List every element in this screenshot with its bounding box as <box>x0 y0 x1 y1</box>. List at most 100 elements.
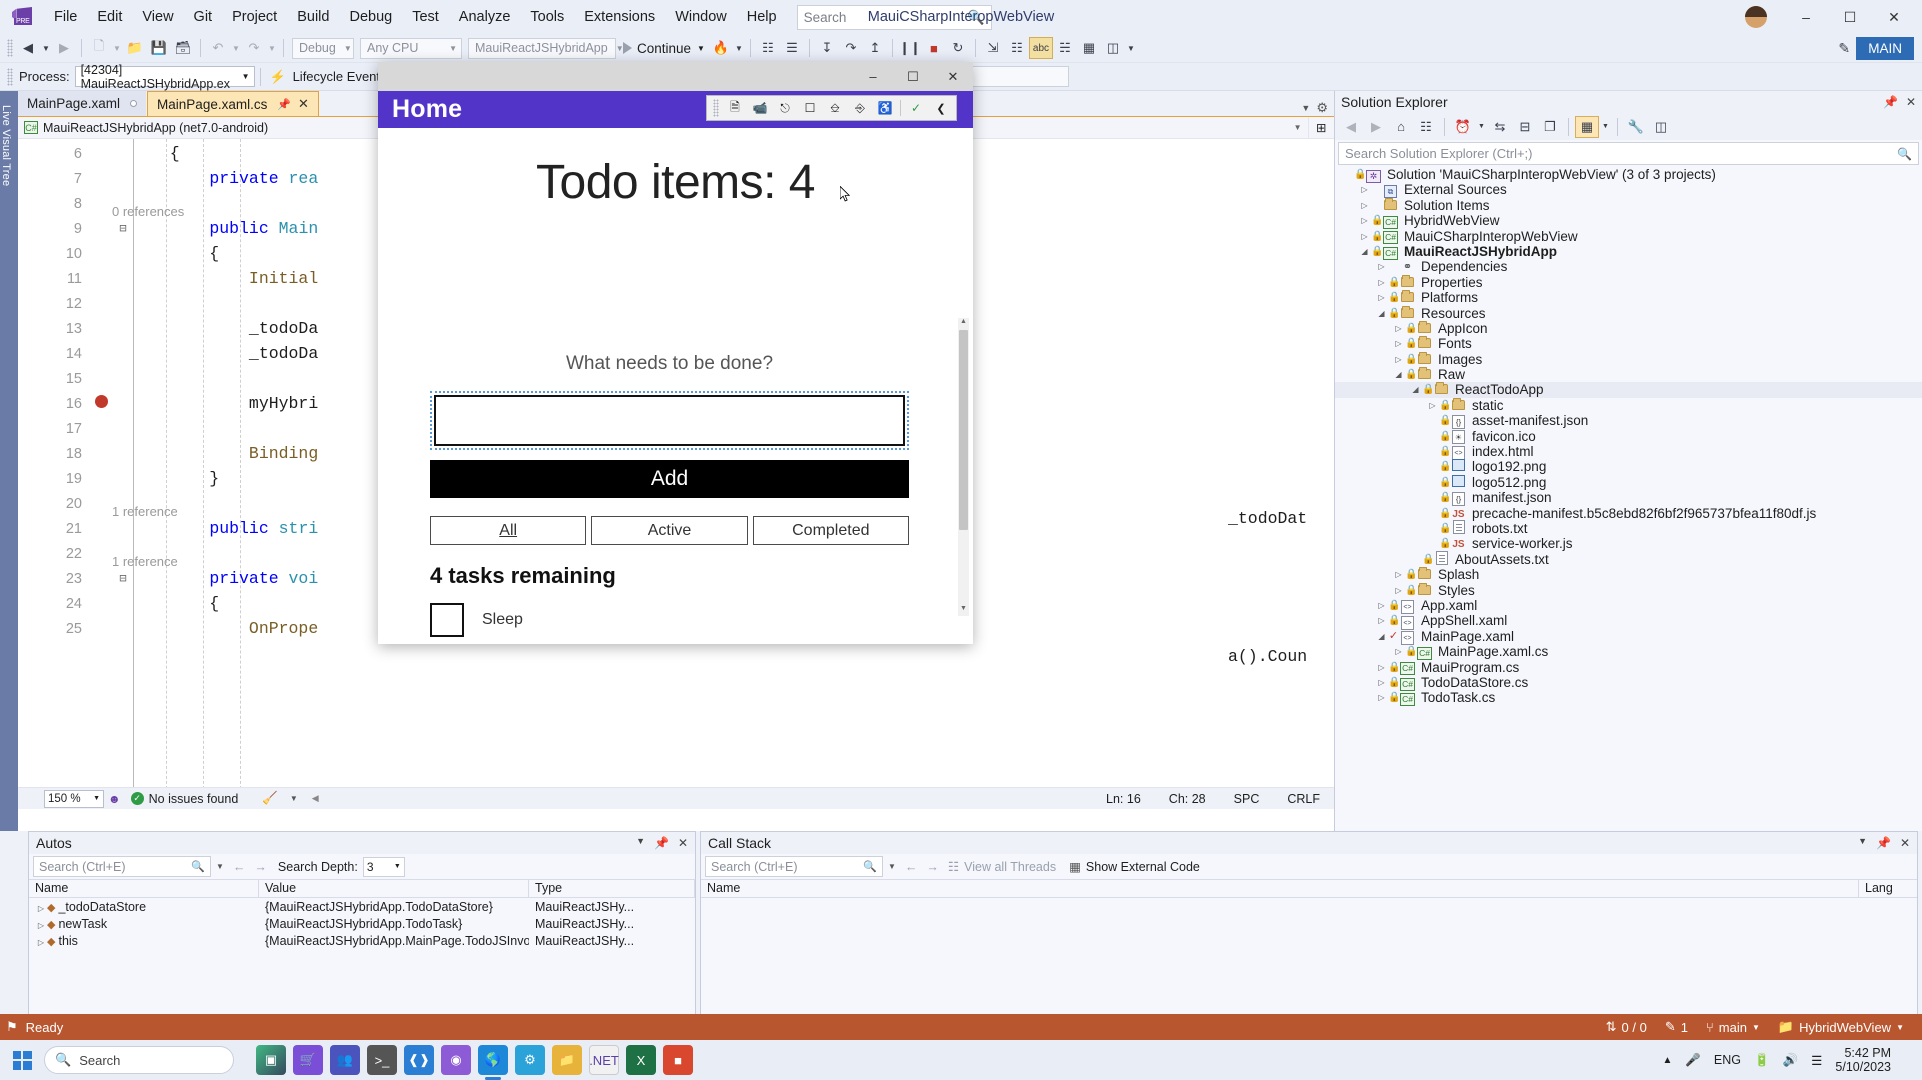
filter-all[interactable]: All <box>430 516 587 545</box>
navigate-back-icon[interactable]: ◀ <box>16 37 40 59</box>
solution-explorer-search[interactable]: Search Solution Explorer (Ctrl+;) 🔍 <box>1338 142 1919 165</box>
live-visual-tree-rail[interactable]: Live Visual Tree <box>0 91 18 831</box>
chevron-right-icon[interactable]: ▷ <box>1375 613 1388 628</box>
thread-icon[interactable]: ☵ <box>1053 37 1077 59</box>
excel-icon[interactable]: X <box>626 1045 656 1075</box>
toolbar-gripper[interactable] <box>7 39 13 57</box>
solution-tree-item[interactable]: 🔒 <> index.html <box>1335 444 1922 461</box>
solution-tree-item[interactable]: 🔒 logo192.png <box>1335 459 1922 474</box>
branch-main-button[interactable]: MAIN <box>1856 36 1914 60</box>
undo-dropdown-icon[interactable]: ▼ <box>230 37 242 59</box>
todo-item-checkbox[interactable] <box>430 603 464 637</box>
explorer-folder-icon[interactable]: 📁 <box>552 1045 582 1075</box>
source-control-up-down[interactable]: ⇅ 0 / 0 <box>1606 1019 1647 1035</box>
menu-build[interactable]: Build <box>287 4 339 30</box>
chevron-right-icon[interactable]: ▷ <box>1375 675 1388 690</box>
solution-tree-item[interactable]: ▷ 🔒 Fonts <box>1335 336 1922 351</box>
home-icon[interactable]: ⌂ <box>1389 116 1413 138</box>
xaml-binding-icon[interactable]: abc <box>1028 37 1053 59</box>
volume-icon[interactable]: 🔊 <box>1783 1053 1799 1068</box>
maui-minimize-button[interactable]: – <box>853 63 893 91</box>
back-dropdown-icon[interactable]: ▼ <box>40 37 52 59</box>
configuration-combo[interactable]: Debug ▼ <box>292 37 354 59</box>
chevron-right-icon[interactable]: ▷ <box>1375 690 1388 705</box>
chevron-right-icon[interactable]: ▷ <box>1392 352 1405 367</box>
pin-panel-icon[interactable]: 📌 <box>1883 95 1898 109</box>
autos-rows[interactable]: ▷ ◆ _todoDataStore {MauiReactJSHybridApp.To… <box>29 898 695 949</box>
solution-tree-item[interactable]: ▷ 🔒 C# HybridWebView <box>1335 213 1922 229</box>
frame-icon[interactable]: ☐ <box>798 97 822 119</box>
chevron-down-icon[interactable]: ◢ <box>1375 306 1388 321</box>
close-panel-icon[interactable]: ✕ <box>1906 95 1916 109</box>
open-file-icon[interactable]: 📁 <box>123 37 147 59</box>
redo-icon[interactable]: ↷ <box>242 37 266 59</box>
chevron-right-icon[interactable]: ▷ <box>1375 259 1388 274</box>
add-task-button[interactable]: Add <box>430 460 909 498</box>
lifecycle-events-label[interactable]: Lifecycle Events <box>293 69 387 84</box>
minimize-button[interactable]: – <box>1784 1 1828 33</box>
close-panel-icon[interactable]: ✕ <box>1900 836 1910 850</box>
menu-window[interactable]: Window <box>665 4 737 30</box>
solution-tree-item[interactable]: ▷ 🔒 Platforms <box>1335 290 1922 305</box>
solution-tree-item[interactable]: ▷ 🔒 C# MainPage.xaml.cs <box>1335 644 1922 660</box>
glyph-margin[interactable] <box>90 394 112 413</box>
xaml-toolbar-gripper[interactable] <box>713 99 719 117</box>
debug-target-combo[interactable]: MauiReactJSHybridApp ▼ <box>468 37 624 59</box>
maui-app-window[interactable]: – ☐ ✕ Home 🗎 📹 ⎋ ☐ ⎒ ⎆ ♿ ✓ ❮ Todo items:… <box>378 62 973 644</box>
new-project-icon[interactable]: 🗋 <box>87 37 111 59</box>
wrench-icon[interactable]: 🔧 <box>1624 116 1648 138</box>
pending-edits[interactable]: ✎ 1 <box>1665 1019 1688 1035</box>
solution-tree-item[interactable]: ◢ ✓ <> MainPage.xaml <box>1335 629 1922 645</box>
solution-tree-item[interactable]: ▷ ⧉ External Sources <box>1335 182 1922 199</box>
chevron-right-icon[interactable]: ▷ <box>1392 321 1405 336</box>
column-type[interactable]: Type <box>529 880 695 897</box>
fold-toggle[interactable]: ⊟ <box>112 571 134 586</box>
close-button[interactable]: ✕ <box>1872 1 1916 33</box>
property-pages-icon[interactable]: ◫ <box>1649 116 1673 138</box>
chevron-right-icon[interactable]: ▷ <box>1392 336 1405 351</box>
battery-icon[interactable]: 🔋 <box>1754 1053 1770 1068</box>
chevron-right-icon[interactable]: ▷ <box>1426 398 1439 413</box>
prev-match-icon[interactable]: ← <box>229 860 250 874</box>
solution-tree-item[interactable]: 🔒 AboutAssets.txt <box>1335 550 1922 567</box>
chevron-right-icon[interactable]: ▷ <box>1358 182 1371 197</box>
menu-git[interactable]: Git <box>184 4 223 30</box>
tab-settings-gear-icon[interactable]: ⚙ <box>1316 100 1328 116</box>
view-dropdown-icon[interactable]: ▼ <box>1600 116 1611 138</box>
scroll-up-icon[interactable]: ▲ <box>958 318 969 329</box>
stop-debugging-icon[interactable]: ■ <box>922 37 946 59</box>
tab-mainpage-xaml[interactable]: MainPage.xaml <box>18 91 147 116</box>
zoom-combo[interactable]: 150 % ▼ <box>44 789 104 808</box>
live-property-icon[interactable]: ☰ <box>780 37 804 59</box>
step-out-icon[interactable]: ↥ <box>863 37 887 59</box>
solution-tree-item[interactable]: ▷ 🔒 C# TodoDataStore.cs <box>1335 675 1922 691</box>
tab-mainpage-xaml-cs[interactable]: MainPage.xaml.cs 📌 ✕ <box>147 91 319 116</box>
memory-icon[interactable]: ▦ <box>1077 37 1101 59</box>
redo-dropdown-icon[interactable]: ▼ <box>266 37 278 59</box>
collapse-icon[interactable]: ❮ <box>929 97 953 119</box>
edge-icon[interactable]: 🌎 <box>478 1045 508 1080</box>
close-panel-icon[interactable]: ✕ <box>678 836 688 850</box>
select-element-icon[interactable]: ⎋ <box>773 97 797 119</box>
pin-panel-icon[interactable]: 📌 <box>654 836 669 850</box>
chevron-right-icon[interactable]: ▷ <box>1375 275 1388 290</box>
chevron-down-icon[interactable]: ▼ <box>216 862 224 871</box>
diagnostic-tools-icon[interactable]: ☷ <box>1005 37 1029 59</box>
repo-indicator[interactable]: 📁 HybridWebView ▼ <box>1778 1019 1904 1035</box>
menu-test[interactable]: Test <box>402 4 449 30</box>
teams-icon[interactable]: 👥 <box>330 1045 360 1075</box>
navigate-forward-icon[interactable]: ▶ <box>52 37 76 59</box>
input-language-indicator[interactable]: ENG <box>1714 1053 1741 1067</box>
table-row[interactable]: ▷ ◆ newTask {MauiReactJSHybridApp.TodoTask}… <box>29 915 695 932</box>
prev-match-icon[interactable]: ← <box>901 860 922 874</box>
show-all-files-icon[interactable]: ❐ <box>1538 116 1562 138</box>
show-hidden-icons-icon[interactable]: ▲ <box>1662 1055 1672 1066</box>
solution-tree-item[interactable]: ▷ Solution Items <box>1335 197 1922 213</box>
callstack-rows[interactable] <box>701 898 1917 1017</box>
solution-tree-item[interactable]: ▷ 🔒 <> App.xaml <box>1335 598 1922 615</box>
next-match-icon[interactable]: → <box>926 860 943 874</box>
code-cleanup-icon[interactable]: 🧹 <box>238 791 290 806</box>
autos-search-input[interactable]: Search (Ctrl+E) 🔍 <box>33 856 211 877</box>
fold-toggle[interactable]: ⊟ <box>112 221 134 236</box>
chevron-down-icon[interactable]: ◢ <box>1375 629 1388 644</box>
